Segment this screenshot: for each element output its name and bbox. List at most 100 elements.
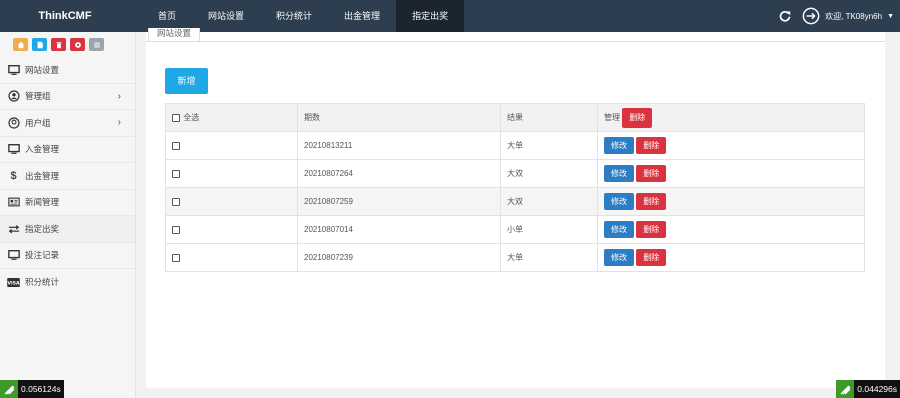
result-cell: 大单 [500,243,598,272]
manage-label: 管理 [604,112,620,122]
table-row: 20210807264 大双 修改 删除 [165,159,865,188]
sidebar-item-label: 出金管理 [25,170,60,181]
table-row: 20210813211 大单 修改 删除 [165,131,865,160]
desktop-icon [7,143,20,156]
actions-cell: 修改 删除 [597,243,865,272]
list-icon[interactable] [89,38,104,51]
main-content: 网站设置 新增 全选 期数 结果 管理 删除 20210813211 大单 修改… [146,28,885,388]
nav-points-stats[interactable]: 积分统计 [260,0,328,32]
row-select-cell [165,159,298,188]
sidebar-item-points-stats[interactable]: VISA 积分统计 [0,269,135,296]
sidebar: 网站设置 管理组 › 用户组 › 入金管理 $ 出金管理 新闻管理 指定出奖 投… [0,32,136,398]
newspaper-icon [7,196,20,209]
row-select-cell [165,131,298,160]
user-menu[interactable]: 欢迎, TK08yn6h ▼ [802,7,894,25]
logout-icon [802,7,820,25]
table-row: 20210807014 小单 修改 删除 [165,215,865,244]
desktop-icon [7,249,20,262]
sidebar-item-label: 网站设置 [25,64,60,75]
delete-button[interactable]: 删除 [636,165,667,182]
sidebar-item-site-settings[interactable]: 网站设置 [0,57,135,84]
row-checkbox[interactable] [172,225,180,234]
tab-site-settings[interactable]: 网站设置 [148,28,201,42]
header-select-all: 全选 [165,103,298,132]
leaf-icon [836,380,855,398]
edit-button[interactable]: 修改 [604,249,634,266]
shortcut-bar [0,32,135,57]
table-row: 20210807259 大双 修改 删除 [165,187,865,216]
add-button[interactable]: 新增 [165,68,208,94]
brand-logo[interactable]: ThinkCMF [0,0,130,32]
select-all-checkbox[interactable] [172,113,180,122]
result-cell: 大双 [500,159,598,188]
desktop-icon [7,63,20,76]
edit-button[interactable]: 修改 [604,137,634,154]
sidebar-item-label: 管理组 [25,91,51,102]
row-select-cell [165,243,298,272]
timer-right-value: 0.044296s [857,384,897,394]
sidebar-item-label: 新闻管理 [25,197,60,208]
table-row: 20210807239 大单 修改 删除 [165,243,865,272]
sidebar-item-label: 投注记录 [25,250,60,261]
actions-cell: 修改 删除 [597,187,865,216]
select-all-label: 全选 [183,113,200,122]
header-result: 结果 [500,103,598,132]
bulk-delete-button[interactable]: 删除 [622,107,653,128]
actions-cell: 修改 删除 [597,159,865,188]
exchange-icon [7,222,20,235]
topbar-right: 欢迎, TK08yn6h ▼ [778,0,894,32]
result-cell: 小单 [500,215,598,244]
caret-down-icon: ▼ [887,12,894,20]
result-cell: 大双 [500,187,598,216]
user-circle-icon [7,90,20,103]
delete-button[interactable]: 删除 [636,249,667,266]
delete-button[interactable]: 删除 [636,137,667,154]
table-header-row: 全选 期数 结果 管理 删除 [165,103,865,132]
period-cell: 20210807264 [297,159,501,188]
file-icon[interactable] [32,38,47,51]
prize-table: 全选 期数 结果 管理 删除 20210813211 大单 修改 删除 2021… [165,103,865,272]
period-cell: 20210807014 [297,215,501,244]
dollar-icon: $ [10,169,17,182]
tab-divider [146,41,885,42]
nav-withdrawal-management[interactable]: 出金管理 [328,0,396,32]
leaf-icon [0,380,18,398]
sidebar-item-label: 入金管理 [25,144,60,155]
visa-icon: VISA [7,276,20,289]
nav-assign-prize[interactable]: 指定出奖 [396,0,465,32]
row-select-cell [165,187,298,216]
header-manage: 管理 删除 [597,103,865,132]
svg-text:VISA: VISA [8,280,20,286]
actions-cell: 修改 删除 [597,131,865,160]
row-checkbox[interactable] [172,169,180,178]
trash-icon[interactable] [51,38,66,51]
nav-site-settings[interactable]: 网站设置 [192,0,260,32]
top-navbar: ThinkCMF 首页 网站设置 积分统计 出金管理 指定出奖 欢迎, TK08… [0,0,900,32]
delete-button[interactable]: 删除 [636,221,667,238]
sidebar-item-user-group[interactable]: 用户组 › [0,110,135,137]
timer-right: 0.044296s [836,380,900,398]
period-cell: 20210807239 [297,243,501,272]
header-period: 期数 [297,103,501,132]
actions-cell: 修改 删除 [597,215,865,244]
sidebar-item-admin-group[interactable]: 管理组 › [0,84,135,110]
home-icon[interactable] [13,38,28,51]
row-select-cell [165,215,298,244]
edit-button[interactable]: 修改 [604,221,634,238]
edit-button[interactable]: 修改 [604,165,634,182]
delete-button[interactable]: 删除 [636,193,667,210]
sidebar-item-assign-prize[interactable]: 指定出奖 [0,216,135,243]
gear-icon[interactable] [70,38,85,51]
chevron-right-icon: › [117,90,121,102]
sidebar-item-label: 积分统计 [25,277,60,288]
chevron-right-icon: › [117,117,121,128]
row-checkbox[interactable] [172,253,180,262]
row-checkbox[interactable] [172,141,180,150]
edit-button[interactable]: 修改 [604,193,634,210]
sidebar-item-withdrawal-management[interactable]: $ 出金管理 [0,163,135,190]
sidebar-item-news-management[interactable]: 新闻管理 [0,190,135,216]
sidebar-item-deposit-management[interactable]: 入金管理 [0,137,135,163]
row-checkbox[interactable] [172,197,180,206]
refresh-icon[interactable] [778,9,792,23]
sidebar-item-bet-records[interactable]: 投注记录 [0,243,135,269]
